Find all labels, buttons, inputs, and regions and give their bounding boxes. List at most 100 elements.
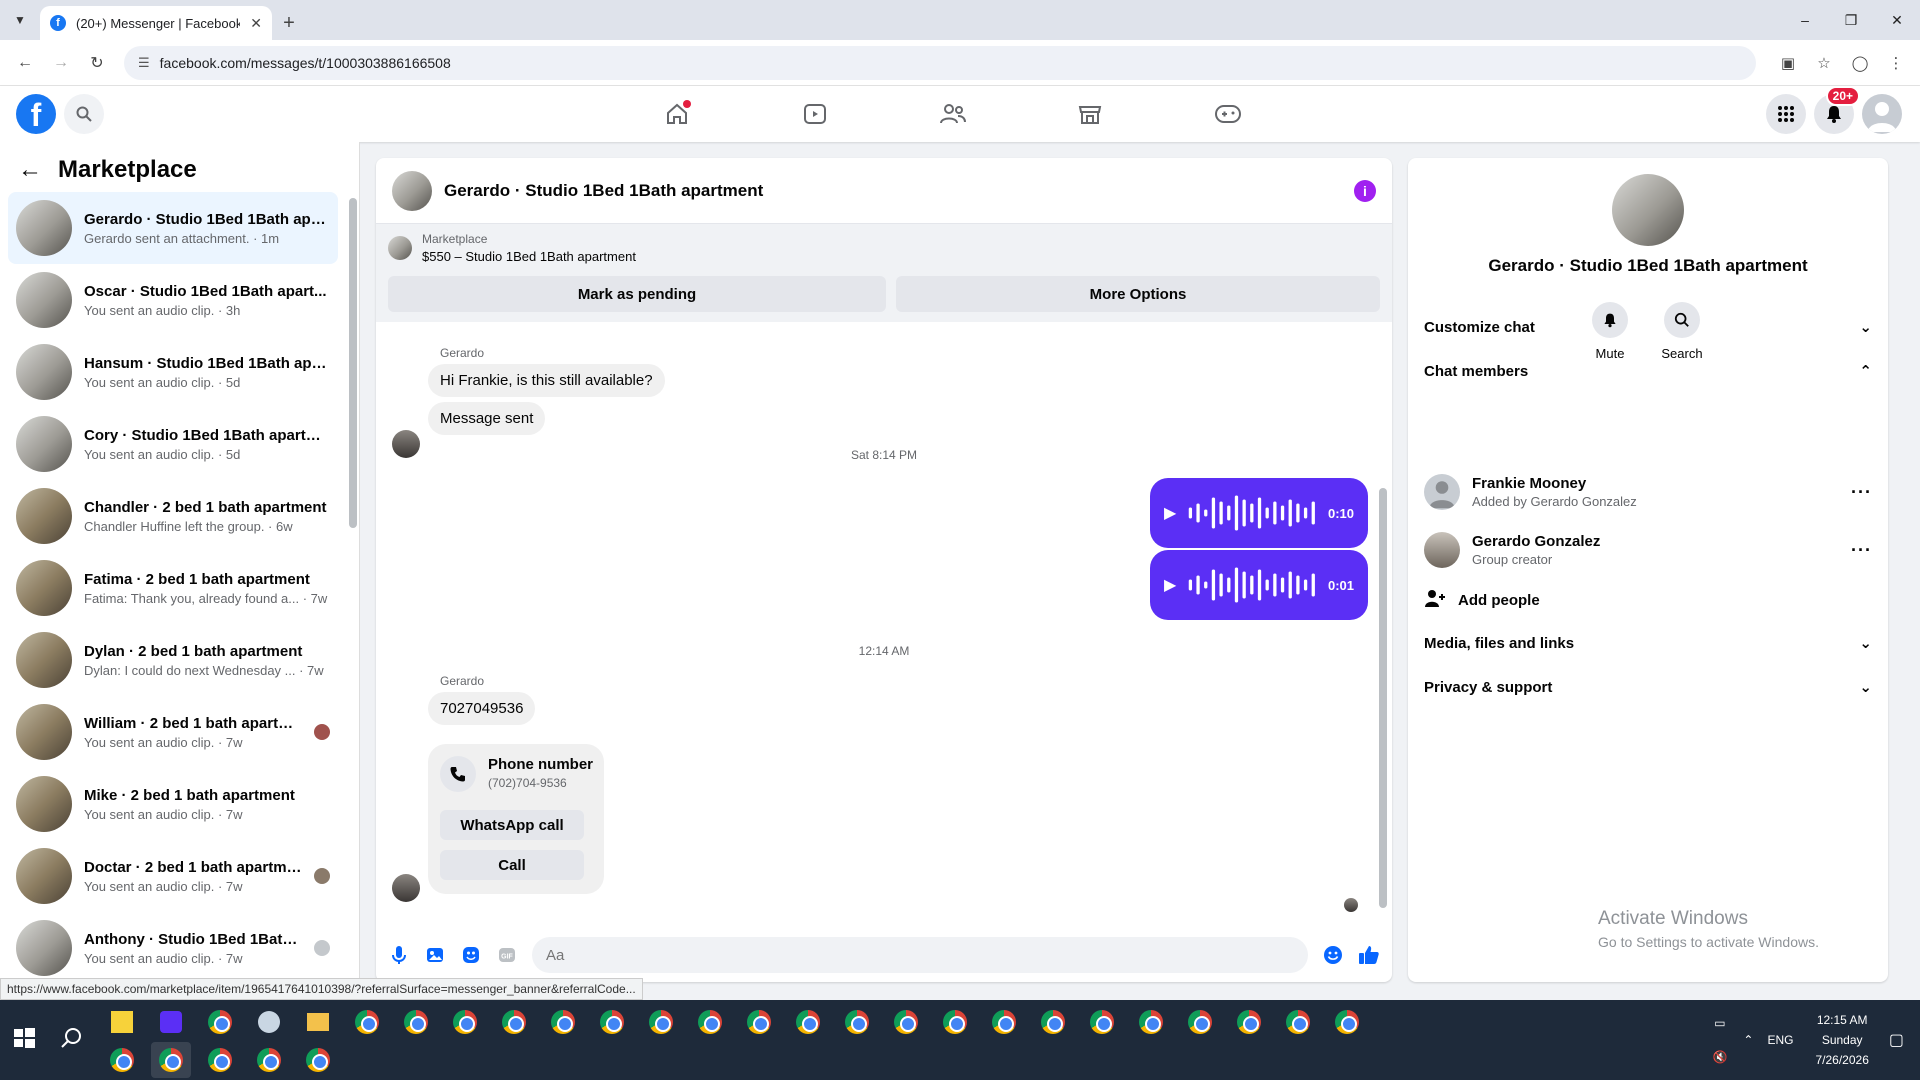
gaming-icon[interactable] — [1208, 94, 1248, 134]
conversation-item[interactable]: Anthony · Studio 1Bed 1Bath a... You sent… — [8, 912, 338, 984]
clock[interactable]: 12:15 AM Sunday 7/26/2026 — [1815, 1010, 1868, 1070]
chrome-icon[interactable] — [1327, 1004, 1367, 1040]
display-icon[interactable]: ▭ — [1714, 1016, 1725, 1030]
chat-members-row[interactable]: Chat members ⌃ — [1424, 362, 1872, 381]
search-icon[interactable] — [64, 94, 104, 134]
chrome-icon[interactable] — [935, 1004, 975, 1040]
minimize-button[interactable]: – — [1782, 0, 1828, 40]
sender-avatar[interactable] — [392, 874, 420, 902]
notification-center-icon[interactable]: ▢ — [1889, 1030, 1904, 1050]
conversation-item[interactable]: Oscar · Studio 1Bed 1Bath apart... You se… — [8, 264, 338, 336]
conversation-item[interactable]: William · 2 bed 1 bath apartm... You sent… — [8, 696, 338, 768]
sticker-icon[interactable] — [460, 944, 482, 966]
chrome-icon[interactable] — [788, 1004, 828, 1040]
chrome-icon[interactable] — [445, 1004, 485, 1040]
chrome-icon[interactable] — [1229, 1004, 1269, 1040]
back-icon[interactable]: ← — [10, 48, 40, 78]
chrome-icon[interactable] — [249, 1042, 289, 1078]
taskbar-search-icon[interactable] — [58, 1024, 90, 1056]
message-bubble[interactable]: Hi Frankie, is this still available? — [428, 364, 665, 397]
chrome-icon[interactable] — [102, 1042, 142, 1078]
sticky-notes-icon[interactable] — [102, 1004, 142, 1040]
play-icon[interactable]: ▶ — [1164, 575, 1176, 595]
restore-button[interactable]: ❐ — [1828, 0, 1874, 40]
browser-menu-icon[interactable]: ⋮ — [1882, 49, 1910, 77]
reload-icon[interactable]: ↻ — [82, 48, 112, 78]
conversation-scrollbar[interactable] — [349, 198, 357, 528]
member-item[interactable]: Gerardo Gonzalez Group creator ··· — [1424, 532, 1872, 568]
chrome-icon[interactable] — [592, 1004, 632, 1040]
browser-tab[interactable]: f (20+) Messenger | Facebook ✕ — [40, 6, 272, 40]
conversation-item[interactable]: Dylan · 2 bed 1 bath apartment Dylan: I c… — [8, 624, 338, 696]
conversation-item[interactable]: Fatima · 2 bed 1 bath apartment Fatima: T… — [8, 552, 338, 624]
chrome-icon[interactable] — [1131, 1004, 1171, 1040]
profile-icon[interactable]: ◯ — [1846, 49, 1874, 77]
tab-search-chevron-icon[interactable]: ▼ — [0, 0, 40, 40]
member-item[interactable]: Frankie Mooney Added by Gerardo Gonzalez … — [1424, 474, 1872, 510]
chrome-icon[interactable] — [1278, 1004, 1318, 1040]
close-window-button[interactable]: ✕ — [1874, 0, 1920, 40]
chat-profile-avatar[interactable] — [1612, 174, 1684, 246]
emoji-icon[interactable] — [1322, 944, 1344, 966]
back-arrow-icon[interactable]: ← — [18, 156, 42, 184]
microphone-icon[interactable] — [388, 944, 410, 966]
chrome-icon[interactable] — [984, 1004, 1024, 1040]
app-icon[interactable] — [249, 1004, 289, 1040]
marketplace-icon[interactable] — [1070, 94, 1110, 134]
conversation-item[interactable]: Cory · Studio 1Bed 1Bath apartm... You se… — [8, 408, 338, 480]
conversation-item[interactable]: Chandler · 2 bed 1 bath apartment Chandle… — [8, 480, 338, 552]
account-avatar[interactable] — [1862, 94, 1902, 134]
forward-icon[interactable]: → — [46, 48, 76, 78]
chat-title[interactable]: Gerardo · Studio 1Bed 1Bath apartment — [444, 181, 1342, 201]
add-people-button[interactable]: Add people — [1424, 588, 1872, 613]
chrome-icon[interactable] — [1033, 1004, 1073, 1040]
video-icon[interactable] — [795, 94, 835, 134]
message-input[interactable] — [532, 937, 1308, 973]
file-explorer-icon[interactable] — [298, 1004, 338, 1040]
chrome-icon[interactable] — [1180, 1004, 1220, 1040]
listing-info[interactable]: Marketplace $550 – Studio 1Bed 1Bath apa… — [388, 232, 636, 264]
more-options-icon[interactable]: ··· — [1851, 540, 1872, 561]
app-icon[interactable] — [151, 1004, 191, 1040]
call-button[interactable]: Call — [440, 850, 584, 880]
close-tab-icon[interactable]: ✕ — [250, 15, 262, 32]
show-hidden-icons-chevron-icon[interactable]: ⌃ — [1743, 1033, 1753, 1047]
photo-icon[interactable] — [424, 944, 446, 966]
chrome-icon[interactable] — [886, 1004, 926, 1040]
gif-icon[interactable]: GIF — [496, 944, 518, 966]
windows-start-icon[interactable] — [10, 1024, 42, 1056]
site-info-icon[interactable]: ☰ — [138, 55, 150, 71]
conversation-item[interactable]: Hansum · Studio 1Bed 1Bath apa... You sen… — [8, 336, 338, 408]
more-options-icon[interactable]: ··· — [1851, 482, 1872, 503]
chrome-icon[interactable] — [494, 1004, 534, 1040]
play-icon[interactable]: ▶ — [1164, 503, 1176, 523]
bookmark-star-icon[interactable]: ☆ — [1810, 49, 1838, 77]
friends-icon[interactable] — [933, 94, 973, 134]
privacy-support-row[interactable]: Privacy & support ⌄ — [1424, 678, 1872, 697]
menu-grid-icon[interactable] — [1766, 94, 1806, 134]
chrome-icon[interactable] — [396, 1004, 436, 1040]
audio-clip[interactable]: ▶ 0:01 — [1150, 550, 1368, 620]
chrome-icon[interactable] — [543, 1004, 583, 1040]
notifications-bell-icon[interactable]: 20+ — [1814, 86, 1860, 134]
new-tab-button[interactable]: + — [272, 6, 306, 40]
chat-avatar[interactable] — [392, 170, 432, 211]
media-files-row[interactable]: Media, files and links ⌄ — [1424, 634, 1872, 653]
chrome-icon[interactable] — [641, 1004, 681, 1040]
conversation-item[interactable]: Mike · 2 bed 1 bath apartment You sent an… — [8, 768, 338, 840]
home-icon[interactable] — [657, 94, 697, 134]
mark-as-pending-button[interactable]: Mark as pending — [388, 276, 886, 312]
chrome-icon[interactable] — [151, 1042, 191, 1078]
chrome-icon[interactable] — [837, 1004, 877, 1040]
chat-scrollbar[interactable] — [1379, 488, 1387, 908]
chrome-icon[interactable] — [298, 1042, 338, 1078]
chrome-icon[interactable] — [690, 1004, 730, 1040]
chrome-icon[interactable] — [200, 1004, 240, 1040]
chrome-icon[interactable] — [347, 1004, 387, 1040]
conversation-item[interactable]: Gerardo · Studio 1Bed 1Bath apa... Gerard… — [8, 192, 338, 264]
thumbs-up-icon[interactable] — [1358, 944, 1380, 966]
message-bubble[interactable]: Message sent — [428, 402, 546, 435]
message-bubble[interactable]: 7027049536 — [428, 692, 536, 725]
volume-muted-icon[interactable]: 🔇 — [1712, 1050, 1727, 1064]
more-options-button[interactable]: More Options — [896, 276, 1380, 312]
